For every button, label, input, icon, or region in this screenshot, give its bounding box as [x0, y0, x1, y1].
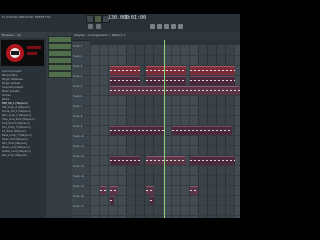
browser-item[interactable]: Perc_Loop_4 [Wayson]	[2, 114, 31, 117]
browser-item[interactable]: Packs	[2, 98, 9, 101]
daw-window: FL STUDIO INDUSTRY PRESET.flp 130.000 1:…	[0, 14, 240, 218]
arrangement-grid[interactable]	[90, 45, 240, 218]
channel-button[interactable]	[48, 57, 72, 64]
clip-notes	[146, 70, 186, 71]
browser-item[interactable]: Recent files	[2, 74, 17, 77]
browser-item[interactable]: Bass_Loop_7 [Wayson]	[2, 134, 32, 137]
clip-notes	[146, 80, 186, 81]
clip-notes	[190, 160, 235, 161]
browser-header: Browser - All	[0, 32, 46, 38]
browser-item[interactable]: Scores	[2, 94, 11, 97]
pattern-clip[interactable]	[190, 186, 198, 195]
browser-status	[0, 212, 48, 216]
browser-item[interactable]: Plugin database	[2, 78, 23, 81]
pattern-clip[interactable]	[110, 156, 140, 165]
pattern-clip[interactable]	[146, 66, 186, 75]
track-labels: Track 1 Track 2 Track 3 Track 4 Track 5 Track…	[72, 45, 90, 218]
clip-notes	[190, 70, 235, 71]
time-display: 1:01:00	[125, 15, 147, 21]
clip-notes	[100, 190, 106, 191]
pattern-clip[interactable]	[190, 76, 235, 85]
channel-rack-icon[interactable]	[164, 24, 169, 29]
browser-item[interactable]: Pad_Loop [Wayson]	[2, 154, 27, 157]
pattern-clip[interactable]	[146, 156, 186, 165]
browser-item[interactable]: Open_Hat [Wayson]	[2, 138, 28, 141]
playlist-window: Playlist - Arrangement > Pattern 1 Track…	[72, 32, 240, 218]
browser-item[interactable]: Hat_Loop_2 [Wayson]	[2, 106, 30, 109]
clip-notes	[110, 200, 114, 201]
browser-item[interactable]: Mixer presets	[2, 90, 19, 93]
clip-notes	[146, 160, 186, 161]
browser-item[interactable]: Kick_Punch [Wayson]	[2, 122, 29, 125]
pattern-clip[interactable]	[190, 156, 235, 165]
mixer-icon[interactable]	[171, 24, 176, 29]
browser-item[interactable]: FX_Riser [Wayson]	[2, 130, 26, 133]
browser-item[interactable]: Plugin presets	[2, 82, 20, 85]
pattern-clip[interactable]	[146, 76, 186, 85]
piano-roll-icon[interactable]	[157, 24, 162, 29]
clip-notes	[110, 160, 140, 161]
playlist-title: Playlist - Arrangement > Pattern 1	[74, 33, 126, 37]
track-label[interactable]: Track 17	[73, 205, 89, 216]
channel-button[interactable]	[48, 71, 72, 78]
browser-icon[interactable]	[178, 24, 183, 29]
clip-notes	[110, 70, 140, 71]
clip-notes	[150, 200, 154, 201]
browser-item[interactable]: Guitar_Loop [Wayson]	[2, 150, 31, 153]
channel-strip	[46, 32, 73, 218]
browser-item[interactable]: Clap_One_Shot [Wayson]	[2, 118, 35, 121]
clip-notes	[110, 90, 240, 91]
playhead[interactable]	[164, 40, 165, 218]
pattern-clip[interactable]	[110, 76, 140, 85]
browser-item[interactable]: Channel presets	[2, 86, 23, 89]
pattern-clip[interactable]	[172, 126, 232, 135]
clip-notes	[190, 190, 198, 191]
pattern-clip[interactable]	[190, 66, 235, 75]
pattern-song-toggle[interactable]	[86, 15, 94, 23]
browser-item[interactable]: Current project	[2, 70, 22, 73]
pattern-clip[interactable]	[110, 186, 118, 195]
channel-button[interactable]	[48, 36, 72, 43]
pattern-clip[interactable]	[100, 186, 106, 195]
clip-notes	[146, 190, 154, 191]
pattern-select-icon[interactable]	[96, 24, 101, 29]
clip-notes	[110, 190, 118, 191]
browser-item[interactable]: Rim_Shot [Wayson]	[2, 142, 27, 145]
clip-notes	[172, 130, 232, 131]
pattern-clip[interactable]	[110, 66, 140, 75]
browser-item[interactable]: 808_Kit_1 [Wayson]	[2, 102, 28, 105]
pattern-clip[interactable]	[150, 196, 154, 205]
track-lane[interactable]	[90, 205, 240, 216]
clip-notes	[190, 80, 235, 81]
clip-notes	[110, 80, 140, 81]
browser-item[interactable]: Vox_Chop_3 [Wayson]	[2, 126, 31, 129]
channel-button[interactable]	[48, 50, 72, 57]
preview-image	[1, 40, 44, 66]
channel-button[interactable]	[48, 43, 72, 50]
playlist-icon[interactable]	[150, 24, 155, 29]
pattern-clip[interactable]	[110, 86, 240, 95]
channel-button[interactable]	[48, 64, 72, 71]
tool-row	[0, 23, 240, 32]
browser-item[interactable]: Piano_Loop [Wayson]	[2, 146, 30, 149]
browser-item[interactable]: Snare_Vol_1 [Wayson]	[2, 110, 31, 113]
snap-icon[interactable]	[88, 24, 93, 29]
browser-panel: Browser - All Current project Recent file…	[0, 32, 47, 218]
pattern-clip[interactable]	[110, 126, 165, 135]
play-button[interactable]	[94, 15, 102, 23]
window-title: FL STUDIO INDUSTRY PRESET.flp	[2, 15, 51, 19]
clip-notes	[110, 130, 165, 131]
main-toolbar: FL STUDIO INDUSTRY PRESET.flp 130.000 1:…	[0, 14, 240, 33]
pattern-clip[interactable]	[146, 186, 154, 195]
pattern-clip[interactable]	[110, 196, 114, 205]
